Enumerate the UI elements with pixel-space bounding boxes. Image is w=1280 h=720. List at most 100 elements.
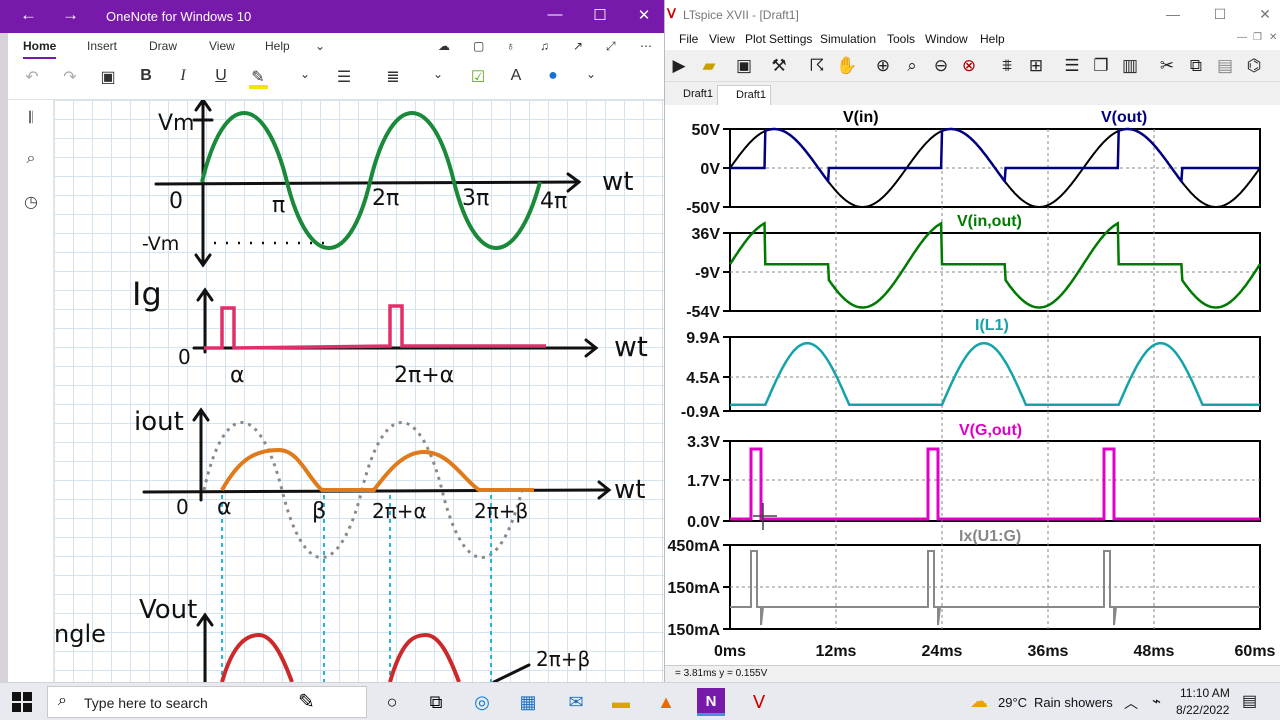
search-icon[interactable]: ⌕	[20, 150, 42, 172]
control-panel-icon[interactable]: ⚒	[767, 55, 791, 77]
weather-temp[interactable]: 29°C	[998, 695, 1027, 710]
tab-insert[interactable]: Insert	[87, 39, 117, 53]
cascade-icon[interactable]: ❐	[1089, 55, 1113, 77]
grid-icon[interactable]: ⊞	[1024, 55, 1048, 77]
clock-time[interactable]: 11:10 AM	[1180, 686, 1230, 700]
bullet-list-icon[interactable]: ☰	[334, 67, 354, 89]
clipboard-icon[interactable]: ▣	[98, 67, 118, 89]
styles-icon[interactable]: A	[506, 67, 526, 89]
mdi-minimize-icon[interactable]: —	[1237, 32, 1247, 43]
label-vin[interactable]: V(in)	[843, 109, 879, 126]
italic-icon[interactable]: I	[173, 67, 193, 89]
task-view-icon[interactable]: ⧉	[422, 688, 450, 716]
menu-file[interactable]: File	[679, 32, 698, 46]
redo-icon[interactable]: ↷	[60, 67, 80, 89]
close-icon[interactable]: ✕	[634, 6, 654, 24]
share-icon[interactable]: ↗	[573, 39, 583, 53]
tab-draft1-schematic[interactable]: Draft1	[665, 85, 717, 105]
autorange-icon[interactable]: ⩨	[995, 55, 1019, 77]
microsoft-store-icon[interactable]: ▦	[514, 688, 542, 716]
pan-hand-icon[interactable]: ✋	[835, 55, 859, 77]
cut-icon[interactable]: ✂	[1155, 55, 1179, 77]
list-dropdown-icon[interactable]: ⌄	[428, 67, 448, 89]
ribbon-expand-chevron-icon[interactable]: ⌄	[315, 39, 325, 53]
dictate-icon[interactable]: ●	[543, 67, 563, 89]
label-il1[interactable]: I(L1)	[975, 317, 1009, 334]
copy-icon[interactable]: ⧉	[1184, 55, 1208, 77]
maximize-icon[interactable]: ☐	[590, 6, 610, 24]
weather-text[interactable]: Rain showers	[1034, 695, 1113, 710]
underline-icon[interactable]: U	[211, 67, 231, 89]
paste-icon[interactable]: ▤	[1213, 55, 1237, 77]
menu-help[interactable]: Help	[980, 32, 1005, 46]
ltspice-taskbar-icon[interactable]: Ⅴ	[745, 688, 773, 716]
cursor-crosshair[interactable]	[753, 503, 777, 530]
weather-icon[interactable]: ☁	[970, 691, 988, 712]
edge-browser-icon[interactable]: ◎	[468, 688, 496, 716]
sync-icon[interactable]: ☁	[438, 39, 450, 53]
file-explorer-icon[interactable]: ▬	[607, 688, 635, 716]
save-icon[interactable]: ▣	[732, 55, 756, 77]
bold-icon[interactable]: B	[136, 67, 156, 89]
taskbar-search-box[interactable]: ⌕ Type here to search ✎	[47, 686, 367, 718]
menu-plot-settings[interactable]: Plot Settings	[745, 32, 812, 46]
mdi-close-icon[interactable]: ✕	[1269, 32, 1277, 43]
p4-tick-bot: 0.0V	[687, 514, 720, 531]
waveform-plot-area[interactable]: V(in) V(out) V(in,out) I(L1) V(G,out) Ix…	[665, 105, 1280, 665]
notebooks-icon[interactable]: 𝄃	[20, 110, 42, 132]
zoom-out-icon[interactable]: ⊖	[929, 55, 953, 77]
menu-simulation[interactable]: Simulation	[820, 32, 876, 46]
clock-date[interactable]: 8/22/2022	[1176, 703, 1229, 717]
back-arrow-icon[interactable]: ←	[20, 5, 37, 25]
menu-window[interactable]: Window	[925, 32, 968, 46]
system-tray-chevron-icon[interactable]: ︿	[1124, 693, 1138, 713]
tab-help[interactable]: Help	[265, 39, 290, 53]
mail-icon[interactable]: ✉	[562, 688, 590, 716]
recent-clock-icon[interactable]: ◷	[20, 192, 42, 214]
label-ix-u1g[interactable]: Ix(U1:G)	[959, 528, 1021, 545]
cortana-icon[interactable]: ○	[378, 688, 406, 716]
mdi-restore-icon[interactable]: ❐	[1253, 32, 1262, 43]
zoom-in-icon[interactable]: ⊕	[871, 55, 895, 77]
tile-horizontal-icon[interactable]: ☰	[1060, 55, 1084, 77]
onenote-taskbar-icon[interactable]: N	[697, 688, 725, 716]
lt-close-icon[interactable]: ✕	[1255, 6, 1275, 23]
notifications-icon[interactable]: ▤	[1242, 691, 1257, 711]
halt-run-icon[interactable]: ☈	[805, 55, 829, 77]
lt-maximize-icon[interactable]: ☐	[1210, 6, 1230, 23]
p1-tick-mid: 0V	[700, 161, 720, 178]
tab-view[interactable]: View	[209, 39, 235, 53]
run-icon[interactable]: ▶	[667, 55, 691, 77]
numbered-list-icon[interactable]: ≣	[383, 67, 403, 89]
more-icon[interactable]: ⋯	[640, 39, 652, 53]
windows-start-icon[interactable]	[12, 692, 32, 712]
network-icon[interactable]: ⌁	[1152, 692, 1161, 710]
todo-tag-icon[interactable]: ☑	[468, 67, 488, 89]
highlight-dropdown-icon[interactable]: ⌄	[295, 67, 315, 89]
minimize-icon[interactable]: —	[545, 6, 565, 23]
tab-draw[interactable]: Draw	[149, 39, 177, 53]
undo-icon[interactable]: ↶	[22, 67, 42, 89]
tab-draft1-waveform[interactable]: Draft1	[717, 85, 771, 105]
zoom-cancel-icon[interactable]: ⊗	[957, 55, 981, 77]
menu-view[interactable]: View	[709, 32, 735, 46]
label-vg-out[interactable]: V(G,out)	[959, 422, 1022, 439]
lightbulb-icon[interactable]: ♁	[506, 39, 515, 53]
lt-minimize-icon[interactable]: —	[1163, 6, 1183, 22]
page-view-icon[interactable]: ▢	[473, 39, 484, 53]
fullscreen-icon[interactable]: ⤢	[606, 39, 616, 54]
label-vout[interactable]: V(out)	[1101, 109, 1147, 126]
menu-tools[interactable]: Tools	[887, 32, 915, 46]
tile-vertical-icon[interactable]: ▥	[1118, 55, 1142, 77]
label-vin-out[interactable]: V(in,out)	[957, 213, 1022, 230]
vlc-icon[interactable]: ▲	[652, 688, 680, 716]
overflow-dropdown-icon[interactable]: ⌄	[581, 67, 601, 89]
open-folder-icon[interactable]: ▰	[697, 55, 721, 77]
onenote-page-canvas[interactable]: Vm -Vm 0 wt π 2π 3π 4π Ig 0 wt α 2π+α io…	[54, 100, 664, 682]
zoom-full-icon[interactable]: ⌕	[900, 55, 924, 77]
iout-origin-label: 0	[176, 495, 189, 519]
forward-arrow-icon[interactable]: →	[62, 5, 79, 25]
tab-home[interactable]: Home	[23, 39, 57, 59]
find-binoculars-icon[interactable]: ⌬	[1242, 55, 1266, 77]
bell-icon[interactable]: ♫	[540, 39, 549, 53]
